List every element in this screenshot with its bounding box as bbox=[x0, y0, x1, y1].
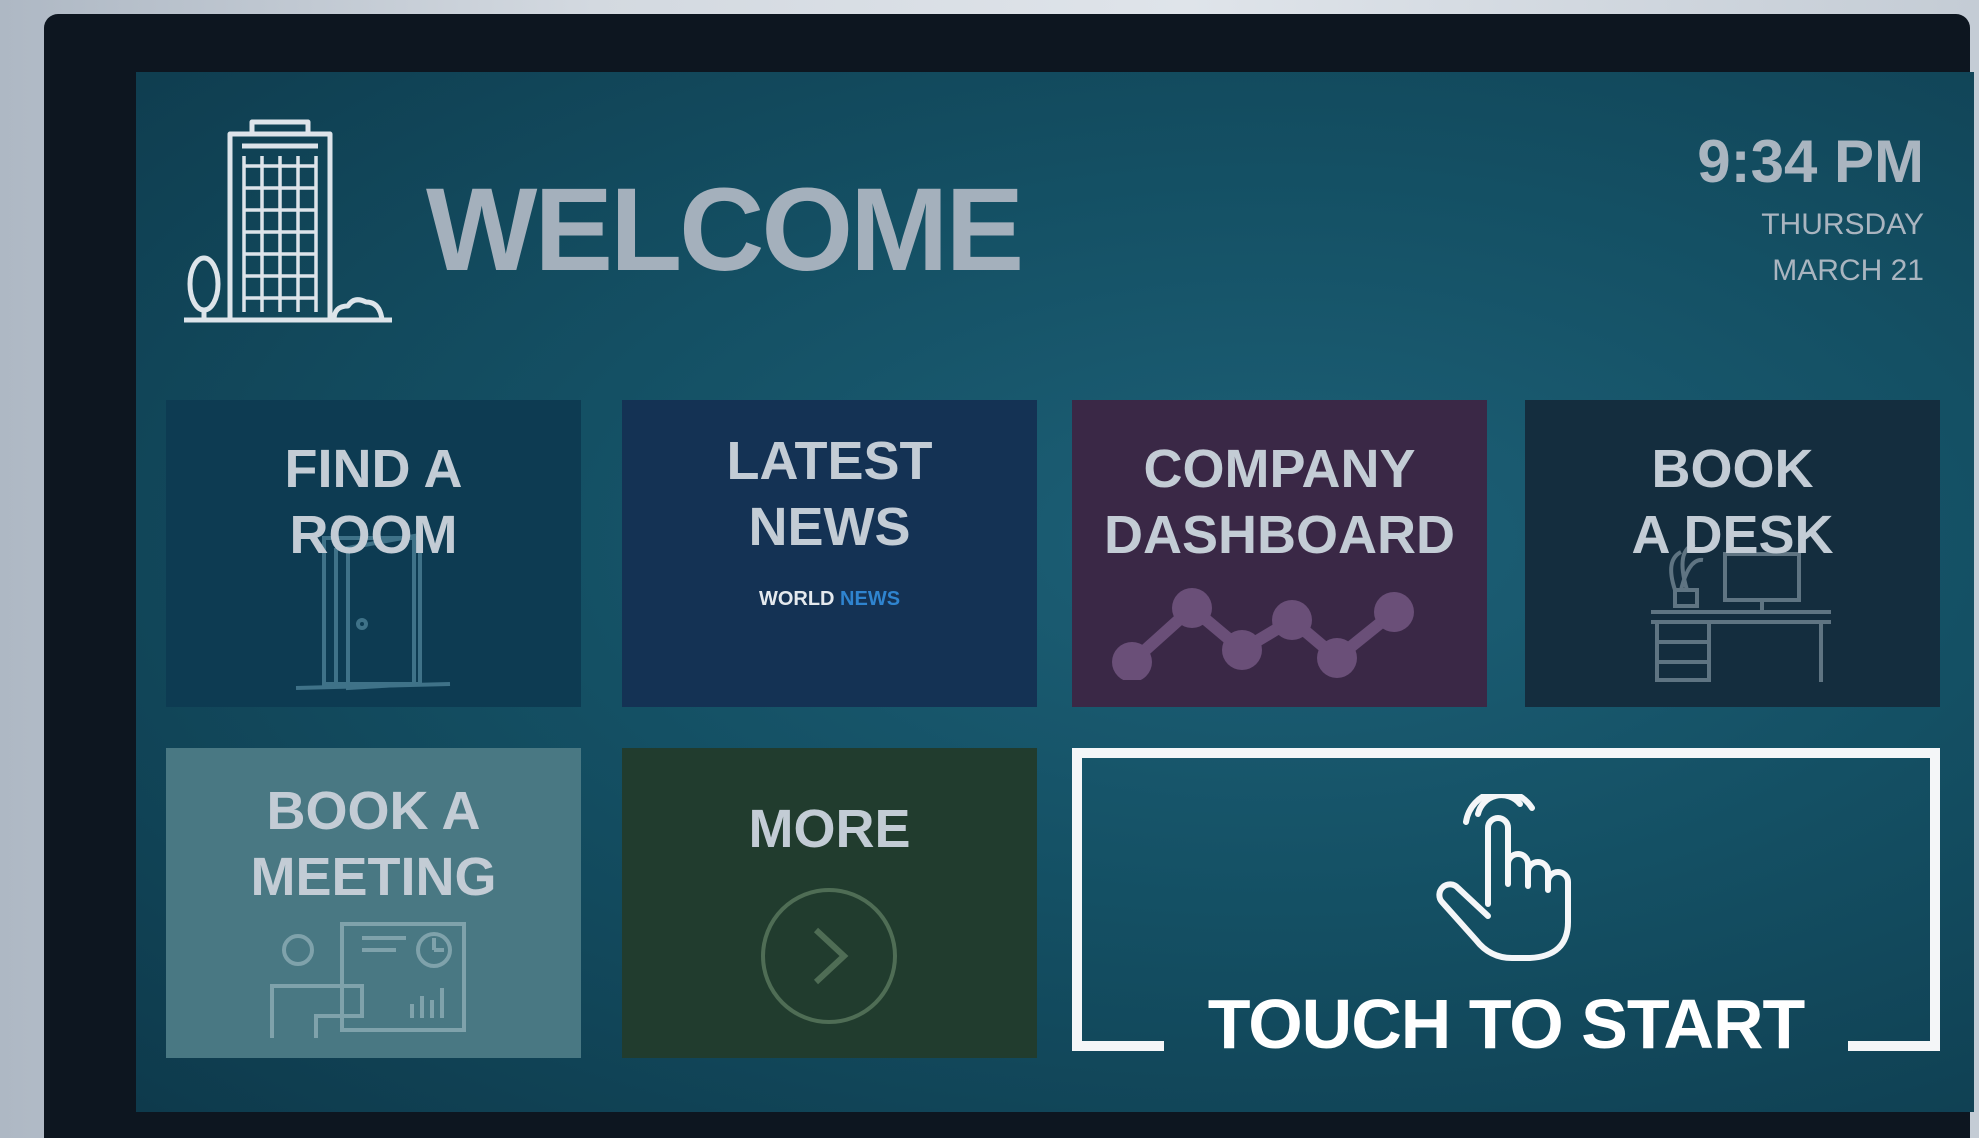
company-dashboard-tile[interactable]: COMPANY DASHBOARD bbox=[1072, 400, 1487, 707]
book-a-desk-tile[interactable]: BOOK A DESK bbox=[1525, 400, 1940, 707]
tile-label-line: BOOK bbox=[1651, 439, 1814, 499]
building-icon bbox=[184, 119, 392, 323]
tile-label-line: LATEST bbox=[726, 431, 933, 491]
tile-label-line: MEETING bbox=[250, 847, 497, 907]
world-news-accent: NEWS bbox=[840, 588, 901, 610]
world-news-logo: WORLD NEWS bbox=[622, 588, 1037, 611]
tile-label-line: COMPANY bbox=[1143, 439, 1416, 499]
chevron-right-icon bbox=[761, 888, 897, 1024]
find-a-room-label: FIND A ROOM bbox=[166, 400, 581, 568]
latest-news-tile[interactable]: LATEST NEWS WORLD NEWS bbox=[622, 400, 1037, 707]
book-a-meeting-label: BOOK A MEETING bbox=[166, 748, 581, 910]
clock-date: MARCH 21 bbox=[1772, 254, 1924, 287]
tile-label-line: DASHBOARD bbox=[1104, 505, 1455, 565]
more-tile[interactable]: MORE bbox=[622, 748, 1037, 1058]
latest-news-label: LATEST NEWS bbox=[622, 400, 1037, 560]
tile-label-line: A DESK bbox=[1631, 505, 1834, 565]
touch-to-start-button[interactable]: TOUCH TO START bbox=[1072, 748, 1940, 1063]
tile-label-line: BOOK A bbox=[266, 781, 481, 841]
book-a-meeting-tile[interactable]: BOOK A MEETING bbox=[166, 748, 581, 1058]
more-label: MORE bbox=[622, 748, 1037, 862]
display-bezel: WELCOME 9:34 PM THURSDAY MARCH 21 FIND A… bbox=[44, 14, 1974, 1138]
tile-label-line: MORE bbox=[748, 799, 911, 859]
line-chart-icon bbox=[1112, 588, 1414, 680]
find-a-room-tile[interactable]: FIND A ROOM bbox=[166, 400, 581, 707]
clock-day: THURSDAY bbox=[1761, 208, 1924, 241]
clock-time: 9:34 PM bbox=[1697, 128, 1924, 195]
world-news-word: WORLD bbox=[758, 588, 835, 610]
meeting-icon bbox=[270, 922, 466, 1038]
company-dashboard-label: COMPANY DASHBOARD bbox=[1072, 400, 1487, 568]
tile-label-line: ROOM bbox=[289, 505, 458, 565]
hand-pointer-icon bbox=[1436, 794, 1571, 961]
kiosk-screen: WELCOME 9:34 PM THURSDAY MARCH 21 FIND A… bbox=[136, 72, 1974, 1112]
touch-to-start-label: TOUCH TO START bbox=[1207, 985, 1806, 1063]
tile-label-line: FIND A bbox=[284, 439, 463, 499]
tile-label-line: NEWS bbox=[748, 497, 911, 557]
book-a-desk-label: BOOK A DESK bbox=[1525, 400, 1940, 568]
welcome-title: WELCOME bbox=[426, 164, 1024, 296]
clock: 9:34 PM THURSDAY MARCH 21 bbox=[1697, 127, 1924, 288]
